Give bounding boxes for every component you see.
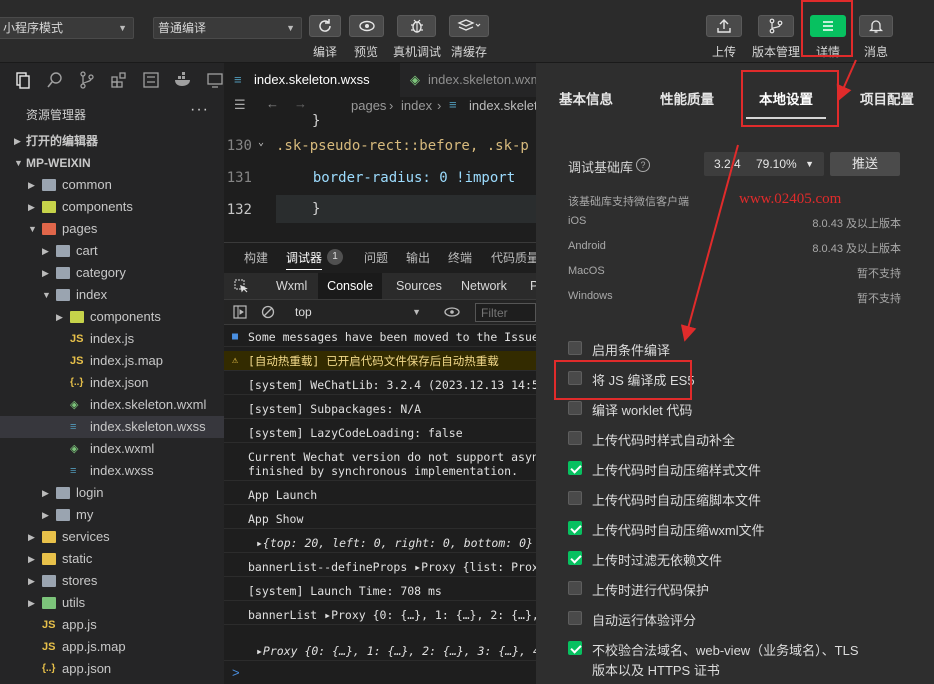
annotation-arrows <box>680 59 857 342</box>
annotation-arrow <box>680 144 739 342</box>
annotation-arrow <box>836 59 857 102</box>
